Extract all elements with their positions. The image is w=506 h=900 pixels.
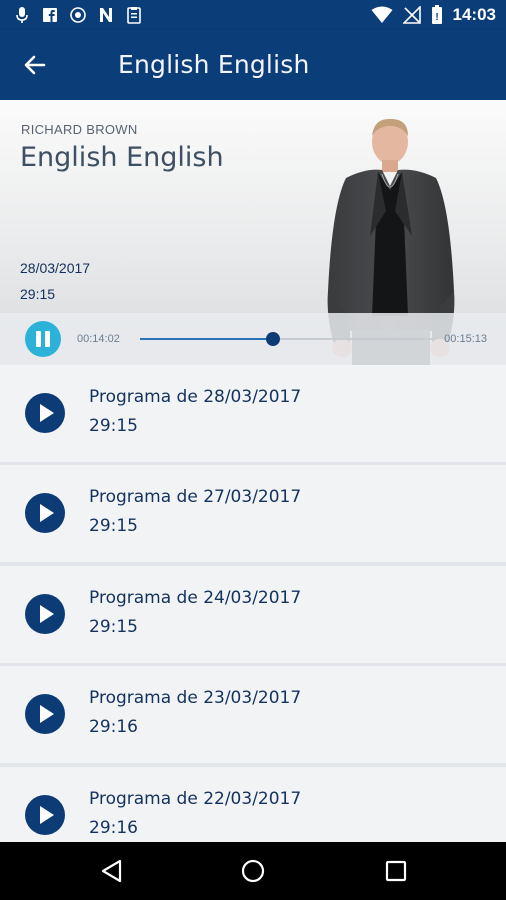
recents-square-icon[interactable] [382,857,410,885]
audio-player: 00:14:02 00:15:13 [0,313,506,365]
battery-icon: ! [431,5,442,24]
status-icons-left [14,6,142,24]
play-icon [40,806,54,824]
play-button[interactable] [25,795,65,835]
system-nav-bar [0,842,506,900]
svg-text:!: ! [435,12,438,23]
pause-icon [36,331,41,347]
play-icon [40,605,54,623]
wifi-icon [371,6,393,23]
slider-thumb[interactable] [265,332,280,346]
episode-duration: 29:16 [89,818,138,838]
app-bar: English English [0,30,506,100]
play-button[interactable] [25,694,65,734]
arrow-left-icon[interactable] [20,50,50,80]
total-time: 00:15:13 [444,333,487,345]
mic-icon [16,7,28,23]
episode-title: Programa de 27/03/2017 [89,487,302,507]
list-item[interactable]: Programa de 24/03/2017 29:15 [0,566,506,663]
episode-duration: 29:15 [20,286,56,302]
back-triangle-icon[interactable] [98,857,126,885]
pause-button[interactable] [25,321,61,357]
play-button[interactable] [25,594,65,634]
list-item[interactable]: Programa de 27/03/2017 29:15 [0,465,506,562]
episode-title: Programa de 22/03/2017 [89,789,302,809]
facebook-icon [43,8,57,22]
play-button[interactable] [25,393,65,433]
progress-fill [140,338,273,340]
episode-list: Programa de 28/03/2017 29:15 Programa de… [0,365,506,842]
episode-duration: 29:15 [89,416,138,436]
program-title: English English [20,142,224,173]
vpn-icon [70,7,86,23]
play-icon [40,705,54,723]
no-signal-icon [402,6,421,24]
author-name: RICHARD BROWN [21,122,138,137]
episode-title: Programa de 28/03/2017 [89,387,302,407]
n-icon [100,8,112,22]
episode-title: Programa de 24/03/2017 [89,588,302,608]
episode-date: 28/03/2017 [20,260,91,276]
episode-duration: 29:16 [89,717,138,737]
clipboard-icon [127,7,141,24]
episode-duration: 29:15 [89,516,138,536]
status-icons-right: ! 14:03 [371,5,496,25]
current-time: 00:14:02 [77,333,120,345]
episode-title: Programa de 23/03/2017 [89,688,302,708]
status-bar: ! 14:03 [0,0,506,30]
list-item[interactable]: Programa de 22/03/2017 29:16 [0,767,506,842]
app-title: English English [118,50,310,79]
play-button[interactable] [25,493,65,533]
list-item[interactable]: Programa de 23/03/2017 29:16 [0,666,506,763]
home-circle-icon[interactable] [239,857,267,885]
episode-duration: 29:15 [89,617,138,637]
progress-slider[interactable] [140,332,435,346]
list-item[interactable]: Programa de 28/03/2017 29:15 [0,365,506,462]
play-icon [40,504,54,522]
status-time: 14:03 [452,5,496,24]
play-icon [40,404,54,422]
